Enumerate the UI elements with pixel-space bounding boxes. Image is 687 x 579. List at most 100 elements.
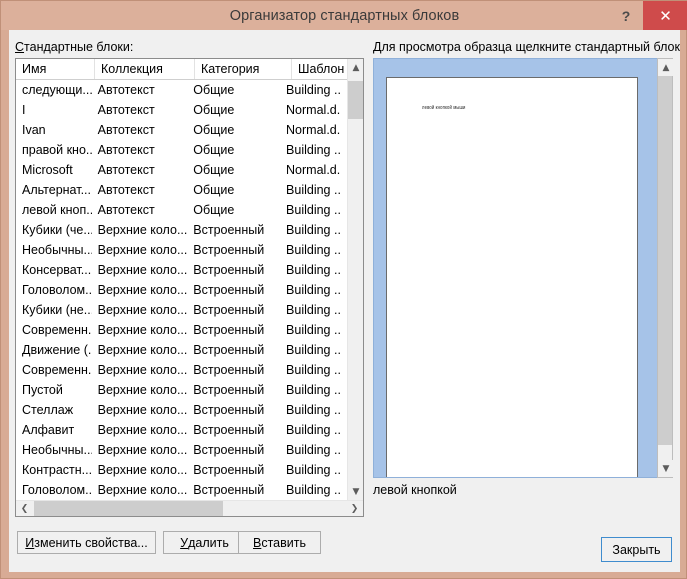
list-vertical-scrollbar[interactable]: ▲ ▼ bbox=[347, 59, 363, 500]
edit-properties-button[interactable]: Изменить свойства... bbox=[17, 531, 156, 554]
close-button[interactable]: Закрыть bbox=[601, 537, 672, 562]
table-cell: Верхние коло... bbox=[97, 343, 188, 357]
table-cell: Building .. bbox=[286, 343, 341, 357]
table-row[interactable]: Контрастн... Верхние коло... Встроенный Bui… bbox=[16, 460, 348, 480]
table-cell: Контрастн... bbox=[22, 463, 92, 477]
table-cell: Building .. bbox=[286, 223, 341, 237]
table-cell: Встроенный bbox=[193, 223, 265, 237]
table-cell: Общие bbox=[193, 83, 235, 97]
table-cell: Building .. bbox=[286, 463, 341, 477]
table-cell: Верхние коло... bbox=[97, 403, 188, 417]
table-row[interactable]: Microsoft Автотекст Общие Normal.d. bbox=[16, 160, 348, 180]
table-cell: Building .. bbox=[286, 423, 341, 437]
table-cell: Верхние коло... bbox=[97, 443, 188, 457]
preview-caption: левой кнопкой bbox=[373, 483, 457, 497]
table-cell: Встроенный bbox=[193, 283, 265, 297]
column-header-name[interactable]: Имя bbox=[16, 59, 95, 79]
table-cell: Встроенный bbox=[193, 403, 265, 417]
table-cell: Встроенный bbox=[193, 483, 265, 497]
table-cell: Автотекст bbox=[97, 103, 155, 117]
table-row[interactable]: правой кно... Автотекст Общие Building .. bbox=[16, 140, 348, 160]
table-cell: Автотекст bbox=[97, 163, 155, 177]
table-cell: левой кноп... bbox=[22, 203, 92, 217]
standard-blocks-label-rest: тандартные блоки: bbox=[24, 40, 134, 54]
table-row[interactable]: левой кноп... Автотекст Общие Building .. bbox=[16, 200, 348, 220]
list-horizontal-scroll-thumb[interactable] bbox=[34, 501, 223, 516]
insert-button-label-rest: ставить bbox=[261, 535, 306, 550]
table-row[interactable]: Движение (... Верхние коло... Встроенный Bu… bbox=[16, 340, 348, 360]
column-header-gallery[interactable]: Коллекция bbox=[95, 59, 195, 79]
table-cell: Встроенный bbox=[193, 303, 265, 317]
table-row[interactable]: Консерват... Верхние коло... Встроенный Bui… bbox=[16, 260, 348, 280]
table-row[interactable]: Современн... Верхние коло... Встроенный Bui… bbox=[16, 360, 348, 380]
table-row[interactable]: Современн... Верхние коло... Встроенный Bui… bbox=[16, 320, 348, 340]
table-cell: Головолом... bbox=[22, 283, 92, 297]
table-cell: Современн... bbox=[22, 323, 92, 337]
table-cell: Microsoft bbox=[22, 163, 73, 177]
table-row[interactable]: следующи... Автотекст Общие Building .. bbox=[16, 80, 348, 100]
table-row[interactable]: Головолом... Верхние коло... Встроенный Bui… bbox=[16, 480, 348, 500]
table-cell: Normal.d. bbox=[286, 123, 341, 137]
scroll-down-icon[interactable]: ▼ bbox=[348, 483, 363, 500]
table-row[interactable]: Головолом... Верхние коло... Встроенный Bui… bbox=[16, 280, 348, 300]
table-cell: правой кно... bbox=[22, 143, 92, 157]
table-row[interactable]: I Автотекст Общие Normal.d. bbox=[16, 100, 348, 120]
table-cell: Верхние коло... bbox=[97, 483, 188, 497]
table-row[interactable]: Ivan Автотекст Общие Normal.d. bbox=[16, 120, 348, 140]
standard-blocks-list[interactable]: Имя Коллекция Категория Шаблон следующи.… bbox=[15, 58, 364, 517]
table-cell: Верхние коло... bbox=[97, 303, 188, 317]
table-row[interactable]: Необычны... Верхние коло... Встроенный Buil… bbox=[16, 440, 348, 460]
column-header-category[interactable]: Категория bbox=[195, 59, 292, 79]
preview-vertical-scroll-thumb[interactable] bbox=[658, 76, 672, 445]
table-cell: Общие bbox=[193, 203, 235, 217]
help-question-icon[interactable]: ? bbox=[609, 1, 643, 30]
table-cell: Building .. bbox=[286, 243, 341, 257]
table-cell: Автотекст bbox=[97, 123, 155, 137]
table-row[interactable]: Кубики (че... Верхние коло... Встроенный Bu… bbox=[16, 220, 348, 240]
table-cell: Встроенный bbox=[193, 343, 265, 357]
table-row[interactable]: Стеллаж Верхние коло... Встроенный Building… bbox=[16, 400, 348, 420]
insert-button[interactable]: Вставить bbox=[238, 531, 321, 554]
delete-button[interactable]: Удалить bbox=[163, 531, 246, 554]
preview-page-text: левой кнопкой мыши bbox=[422, 104, 466, 111]
preview-pane[interactable]: левой кнопкой мыши bbox=[373, 58, 672, 478]
table-cell: Общие bbox=[193, 163, 235, 177]
list-vertical-scroll-thumb[interactable] bbox=[348, 81, 363, 119]
table-row[interactable]: Необычны... Верхние коло... Встроенный Buil… bbox=[16, 240, 348, 260]
table-cell: Building .. bbox=[286, 483, 341, 497]
table-cell: Встроенный bbox=[193, 463, 265, 477]
table-cell: Верхние коло... bbox=[97, 423, 188, 437]
table-cell: Общие bbox=[193, 123, 235, 137]
preview-scroll-down-icon[interactable]: ▼ bbox=[658, 460, 674, 477]
table-row[interactable]: Пустой Верхние коло... Встроенный Building … bbox=[16, 380, 348, 400]
table-cell: Верхние коло... bbox=[97, 223, 188, 237]
table-cell: Building .. bbox=[286, 403, 341, 417]
table-cell: Building .. bbox=[286, 183, 341, 197]
scroll-left-icon[interactable]: ❮ bbox=[16, 501, 33, 516]
list-horizontal-scrollbar[interactable]: ❮ ❯ bbox=[16, 500, 363, 516]
scroll-up-icon[interactable]: ▲ bbox=[348, 59, 363, 76]
table-cell: Встроенный bbox=[193, 423, 265, 437]
table-cell: Пустой bbox=[22, 383, 63, 397]
table-cell: Общие bbox=[193, 103, 235, 117]
table-cell: Встроенный bbox=[193, 263, 265, 277]
table-cell: Building .. bbox=[286, 323, 341, 337]
table-cell: Верхние коло... bbox=[97, 263, 188, 277]
table-cell: Кубики (че... bbox=[22, 223, 92, 237]
table-cell: Стеллаж bbox=[22, 403, 74, 417]
close-icon[interactable]: ✕ bbox=[643, 1, 687, 30]
title-bar[interactable]: Организатор стандартных блоков ? ✕ bbox=[1, 1, 687, 30]
dialog-title: Организатор стандартных блоков bbox=[229, 7, 460, 24]
preview-vertical-scrollbar[interactable]: ▲ ▼ bbox=[657, 58, 674, 478]
table-row[interactable]: Кубики (не... Верхние коло... Встроенный Bu… bbox=[16, 300, 348, 320]
list-rows[interactable]: следующи... Автотекст Общие Building .. I Авт… bbox=[16, 80, 348, 502]
scroll-right-icon[interactable]: ❯ bbox=[346, 501, 363, 516]
table-cell: Normal.d. bbox=[286, 103, 341, 117]
table-row[interactable]: Алфавит Верхние коло... Встроенный Building… bbox=[16, 420, 348, 440]
table-cell: Building .. bbox=[286, 143, 341, 157]
delete-button-label-rest: далить bbox=[188, 535, 229, 550]
table-row[interactable]: Альтернат... Автотекст Общие Building .. bbox=[16, 180, 348, 200]
table-cell: Общие bbox=[193, 143, 235, 157]
preview-scroll-up-icon[interactable]: ▲ bbox=[658, 59, 674, 76]
table-cell: Верхние коло... bbox=[97, 323, 188, 337]
